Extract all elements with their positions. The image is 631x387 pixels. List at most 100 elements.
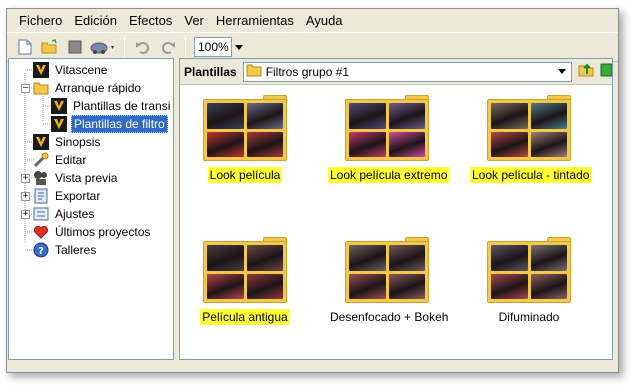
collapse-toggle[interactable]: – (21, 84, 30, 93)
settings-icon (33, 206, 49, 222)
preview-tile (530, 131, 567, 157)
template-thumbnail (203, 237, 287, 303)
template-thumbnail (487, 237, 571, 303)
preview-tile (388, 103, 425, 129)
tree-item-label: Exportar (55, 189, 101, 203)
tree-item-vitascene[interactable]: Vitascene (33, 61, 109, 79)
menu-edicion[interactable]: Edición (68, 13, 123, 28)
vitascene-icon (33, 62, 49, 78)
tree-item-plantillas-transiciones[interactable]: Plantillas de transi (51, 97, 172, 115)
tree-item-vista-previa[interactable]: Vista previa (33, 169, 119, 187)
tree-item-label: Editar (55, 153, 87, 167)
preview-tile (246, 131, 283, 157)
tree-item-arranque-rapido[interactable]: Arranque rápido (33, 79, 143, 97)
vitascene-icon (33, 134, 49, 150)
vehicle-icon (90, 42, 114, 54)
tree-item-label: Talleres (55, 243, 97, 257)
tree-item-talleres[interactable]: ? Talleres (33, 241, 98, 259)
preview-tile (530, 103, 567, 129)
preview-tile (207, 131, 244, 157)
template-preview-grid (349, 245, 425, 299)
zoom-select[interactable]: 100% (194, 37, 246, 57)
undo-button[interactable] (131, 36, 154, 58)
preview-tile (530, 273, 567, 299)
folder-select-value: Filtros grupo #1 (265, 64, 350, 79)
template-pelicula-antigua[interactable]: Película antigua (186, 237, 304, 325)
template-thumbnail (345, 237, 429, 303)
tree-item-ajustes[interactable]: Ajustes (33, 205, 96, 223)
tree-item-label: Plantillas de transi (73, 99, 171, 113)
template-look-pelicula-extremo[interactable]: Look película extremo (328, 95, 450, 183)
chevron-down-icon[interactable] (555, 64, 569, 80)
expand-toggle[interactable]: + (21, 174, 30, 183)
preview-tile (491, 103, 528, 129)
tree-item-plantillas-filtros[interactable]: Plantillas de filtro (51, 115, 168, 133)
tree-item-ultimos-proyectos[interactable]: Últimos proyectos (33, 223, 152, 241)
template-label: Desenfocado + Bokeh (330, 310, 449, 324)
template-thumbnail (203, 95, 287, 161)
chevron-down-icon[interactable] (232, 37, 246, 57)
tree-item-label: Últimos proyectos (55, 225, 151, 239)
template-label: Look película (207, 167, 283, 183)
stop-button[interactable] (63, 36, 86, 58)
tree-item-label: Ajustes (55, 207, 95, 221)
preview-tile (349, 273, 386, 299)
folder-up-button[interactable] (578, 62, 594, 81)
heart-icon (33, 224, 49, 240)
tree-item-label: Sinopsis (55, 135, 101, 149)
new-icon (18, 39, 31, 55)
tree-item-editar[interactable]: Editar (33, 151, 88, 169)
tree-item-exportar[interactable]: Exportar (33, 187, 102, 205)
template-preview-grid (349, 103, 425, 157)
vehicle-button[interactable] (88, 36, 118, 58)
template-label: Película antigua (200, 309, 290, 325)
menu-herramientas[interactable]: Herramientas (210, 13, 300, 28)
preview-tile (388, 273, 425, 299)
preview-tile (491, 273, 528, 299)
navigation-tree: Vitascene – Arranque rápido Plantillas d… (8, 58, 174, 360)
open-icon (41, 39, 57, 54)
help-icon: ? (33, 242, 49, 258)
template-label: Look película - tintado (470, 167, 592, 183)
redo-icon (161, 42, 175, 54)
preview-tile (207, 245, 244, 271)
preview-tile (491, 131, 528, 157)
tree-item-label: Arranque rápido (55, 81, 142, 95)
preview-icon (33, 170, 49, 186)
tree-item-label: Vista previa (55, 171, 118, 185)
folder-select[interactable]: Filtros grupo #1 (242, 61, 572, 82)
new-folder-button[interactable] (600, 62, 612, 81)
undo-icon (135, 42, 149, 54)
export-icon (33, 188, 49, 204)
stop-icon (68, 40, 81, 54)
template-look-pelicula[interactable]: Look película (186, 95, 304, 183)
redo-button[interactable] (156, 36, 179, 58)
new-button[interactable] (13, 36, 36, 58)
expand-toggle[interactable]: + (21, 210, 30, 219)
expand-toggle[interactable]: + (21, 192, 30, 201)
menu-fichero[interactable]: Fichero (13, 13, 68, 28)
templates-panel: Plantillas Filtros grupo #1 Look películ… (179, 58, 613, 360)
template-thumbnail (345, 95, 429, 161)
preview-tile (349, 245, 386, 271)
menu-efectos[interactable]: Efectos (123, 13, 178, 28)
wrench-icon (33, 152, 49, 168)
preview-tile (207, 273, 244, 299)
menu-ayuda[interactable]: Ayuda (300, 13, 349, 28)
toolbar-separator (185, 37, 186, 57)
template-difuminado[interactable]: Difuminado (470, 237, 588, 325)
open-button[interactable] (38, 36, 61, 58)
template-preview-grid (207, 245, 283, 299)
folder-open-icon (33, 80, 49, 96)
preview-tile (491, 245, 528, 271)
toolbar-separator (124, 37, 125, 57)
template-preview-grid (207, 103, 283, 157)
tree-item-sinopsis[interactable]: Sinopsis (33, 133, 102, 151)
svg-text:?: ? (38, 246, 44, 257)
menu-bar: Fichero Edición Efectos Ver Herramientas… (7, 9, 618, 31)
menu-ver[interactable]: Ver (178, 13, 210, 28)
template-look-pelicula-tintado[interactable]: Look película - tintado (470, 95, 592, 183)
preview-tile (246, 103, 283, 129)
template-desenfocado-bokeh[interactable]: Desenfocado + Bokeh (328, 237, 448, 325)
zoom-value[interactable]: 100% (194, 37, 232, 57)
